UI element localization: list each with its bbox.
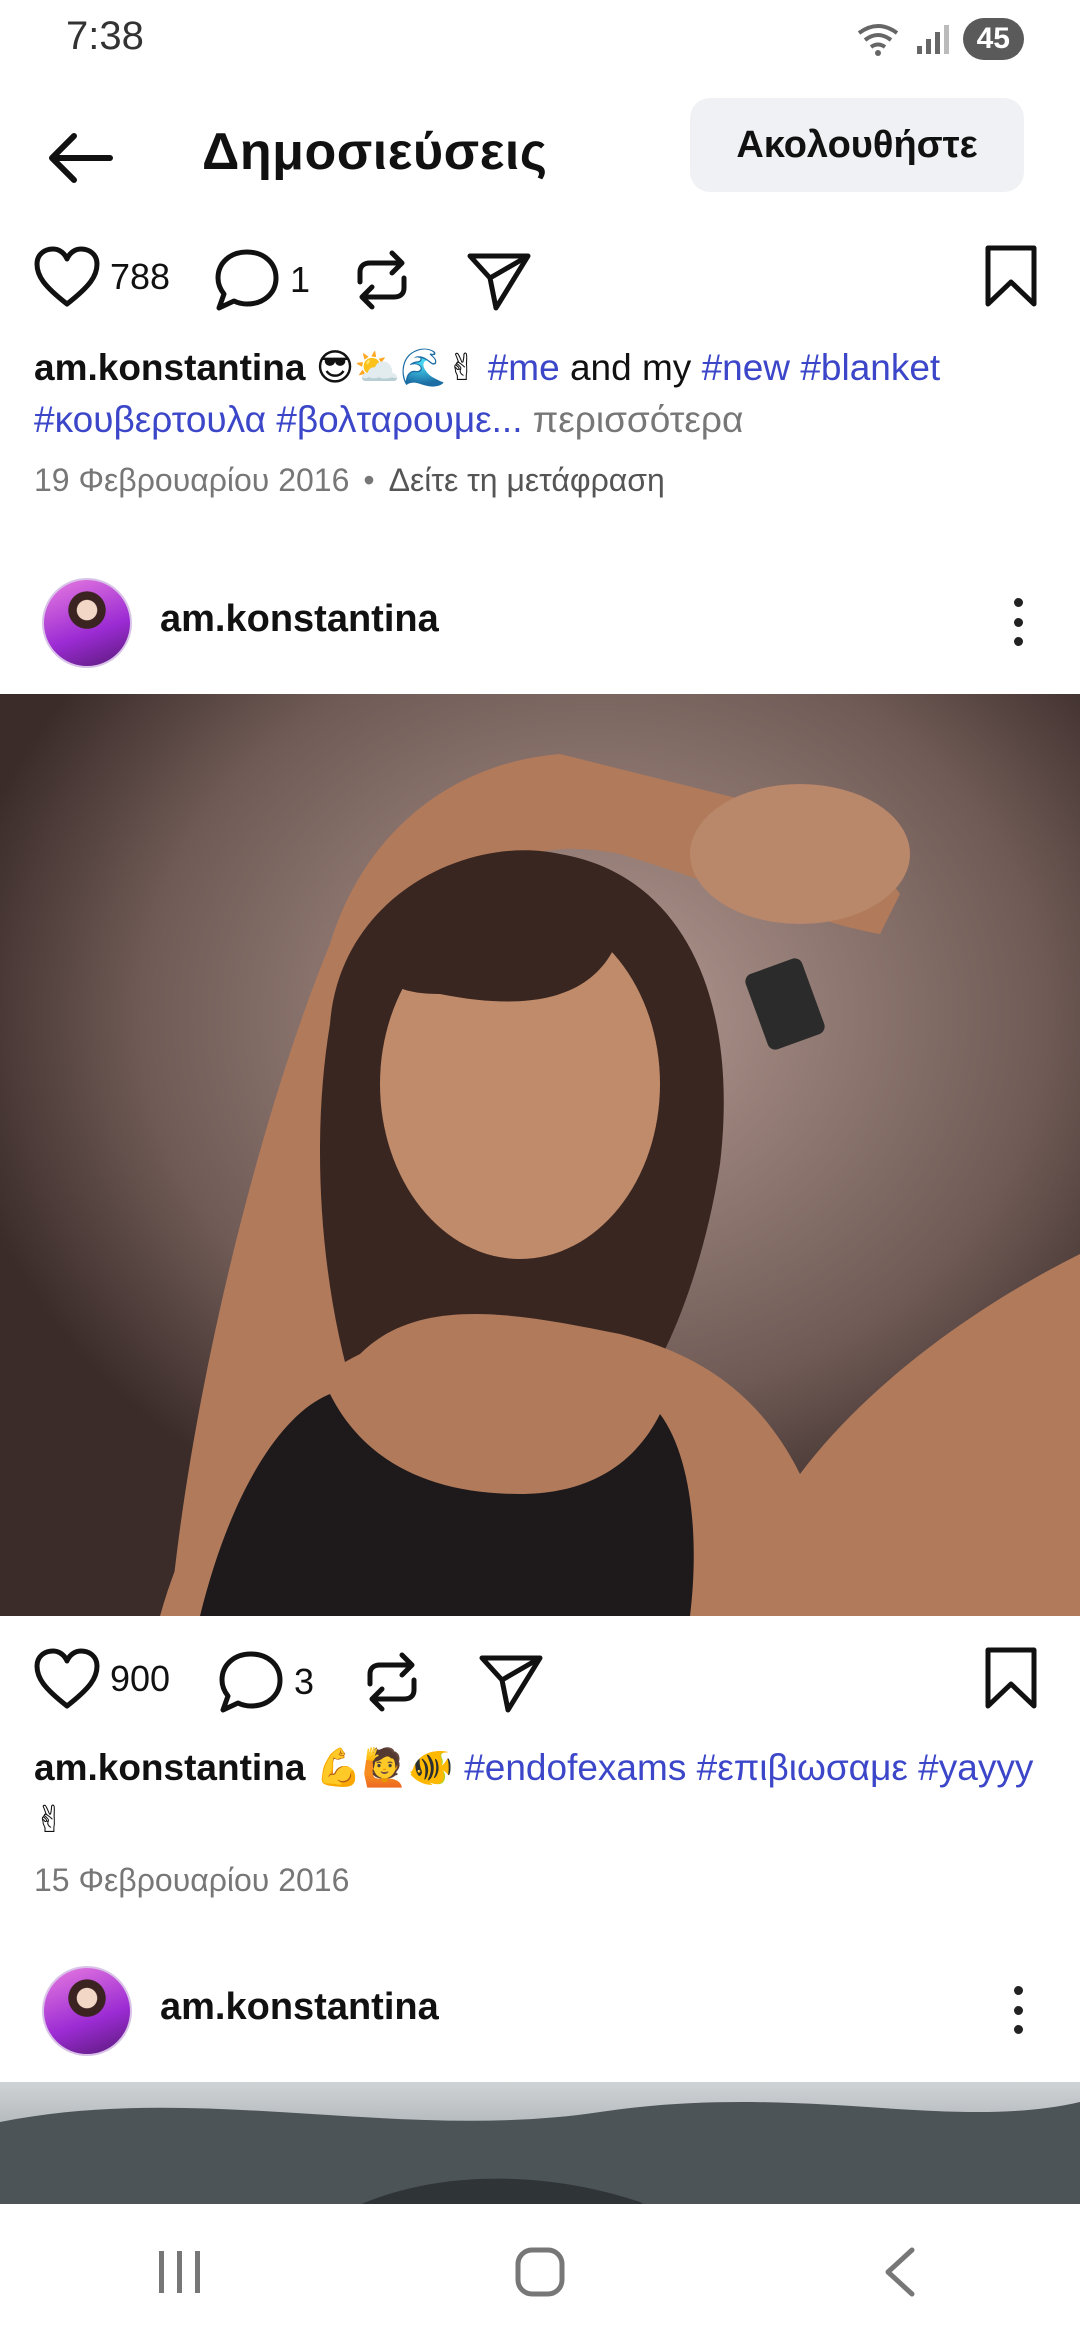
hashtag[interactable]: #new [702, 347, 790, 388]
system-navigation-bar [0, 2204, 1080, 2340]
like-count: 788 [110, 256, 171, 297]
repost-button[interactable] [362, 1650, 422, 1714]
heart-icon [34, 1648, 100, 1709]
caption-emoji: ✌ [34, 1799, 66, 1840]
back-button[interactable] [40, 118, 120, 198]
bookmark-icon [985, 1647, 1037, 1709]
hashtag[interactable]: #επιβιωσαμε [697, 1747, 908, 1788]
post-meta: 19 Φεβρουαρίου 2016 • Δείτε τη μετάφραση [34, 462, 665, 498]
more-options-button[interactable] [998, 1980, 1038, 2040]
caption-emoji: 😎⛅🌊✌ [315, 347, 478, 388]
post-actions: 900 3 [0, 1642, 1080, 1722]
comment-icon [219, 1651, 283, 1713]
hashtag[interactable]: #yayyy [918, 1747, 1033, 1788]
caption-username[interactable]: am.konstantina [34, 347, 305, 388]
translate-link[interactable]: Δείτε τη μετάφραση [389, 462, 665, 498]
system-back-button[interactable] [840, 2222, 960, 2322]
photo-illustration [0, 694, 1080, 1616]
repost-button[interactable] [352, 248, 412, 312]
signal-icon [916, 25, 949, 54]
hashtag[interactable]: #endofexams [464, 1747, 686, 1788]
post-image[interactable] [0, 694, 1080, 1616]
post-date: 15 Φεβρουαρίου 2016 [34, 1862, 350, 1898]
comment-icon [215, 249, 279, 311]
caption-text: and my [569, 347, 692, 388]
save-button[interactable] [984, 1646, 1038, 1710]
heart-icon [34, 246, 100, 307]
comment-button[interactable]: 1 [214, 248, 310, 312]
post-username[interactable]: am.konstantina [160, 1986, 439, 2029]
recent-apps-icon [159, 2251, 200, 2293]
post-caption: am.konstantina 😎⛅🌊✌ #me and my #new #bla… [34, 342, 1044, 446]
post-date: 19 Φεβρουαρίου 2016 [34, 462, 350, 498]
arrow-left-icon [49, 133, 113, 183]
chevron-left-icon [885, 2247, 915, 2297]
send-icon [479, 1655, 543, 1713]
post-caption: am.konstantina 💪🙋🐠 #endofexams #επιβιωσα… [34, 1742, 1044, 1846]
comment-button[interactable]: 3 [218, 1650, 314, 1714]
share-button[interactable] [466, 248, 532, 312]
caption-username[interactable]: am.konstantina [34, 1747, 305, 1788]
like-button[interactable]: 900 [34, 1648, 170, 1710]
hashtag[interactable]: #βολταρουμε... [276, 399, 522, 440]
comment-count: 3 [294, 1661, 315, 1702]
page-title: Δημοσιεύσεις [202, 123, 548, 181]
wifi-icon [857, 24, 898, 56]
share-button[interactable] [478, 1650, 544, 1714]
repost-icon [357, 250, 407, 310]
more-options-button[interactable] [998, 592, 1038, 652]
post-username[interactable]: am.konstantina [160, 598, 439, 641]
recent-apps-button[interactable] [120, 2222, 240, 2322]
like-button[interactable]: 788 [34, 246, 170, 308]
comment-count: 1 [290, 259, 311, 300]
save-button[interactable] [984, 244, 1038, 308]
avatar[interactable] [42, 1966, 132, 2056]
status-time: 7:38 [66, 14, 144, 58]
follow-button[interactable]: Ακολουθήστε [690, 98, 1024, 192]
caption-emoji: 💪🙋🐠 [315, 1747, 454, 1788]
repost-icon [367, 1652, 417, 1712]
hashtag[interactable]: #κουβερτουλα [34, 399, 266, 440]
home-button[interactable] [480, 2222, 600, 2322]
home-icon [515, 2247, 565, 2297]
send-icon [467, 253, 531, 311]
post-actions: 788 1 [0, 240, 1080, 320]
more-link[interactable]: περισσότερα [533, 399, 744, 440]
status-icons: 45 [855, 18, 1024, 60]
bookmark-icon [985, 245, 1037, 307]
hashtag[interactable]: #blanket [800, 347, 940, 388]
post-meta: 15 Φεβρουαρίου 2016 [34, 1862, 349, 1899]
more-vertical-icon [1013, 1986, 1023, 1995]
hashtag[interactable]: #me [488, 347, 560, 388]
avatar[interactable] [42, 578, 132, 668]
battery-indicator: 45 [962, 18, 1024, 60]
more-vertical-icon [1013, 598, 1023, 607]
like-count: 900 [110, 1658, 171, 1699]
